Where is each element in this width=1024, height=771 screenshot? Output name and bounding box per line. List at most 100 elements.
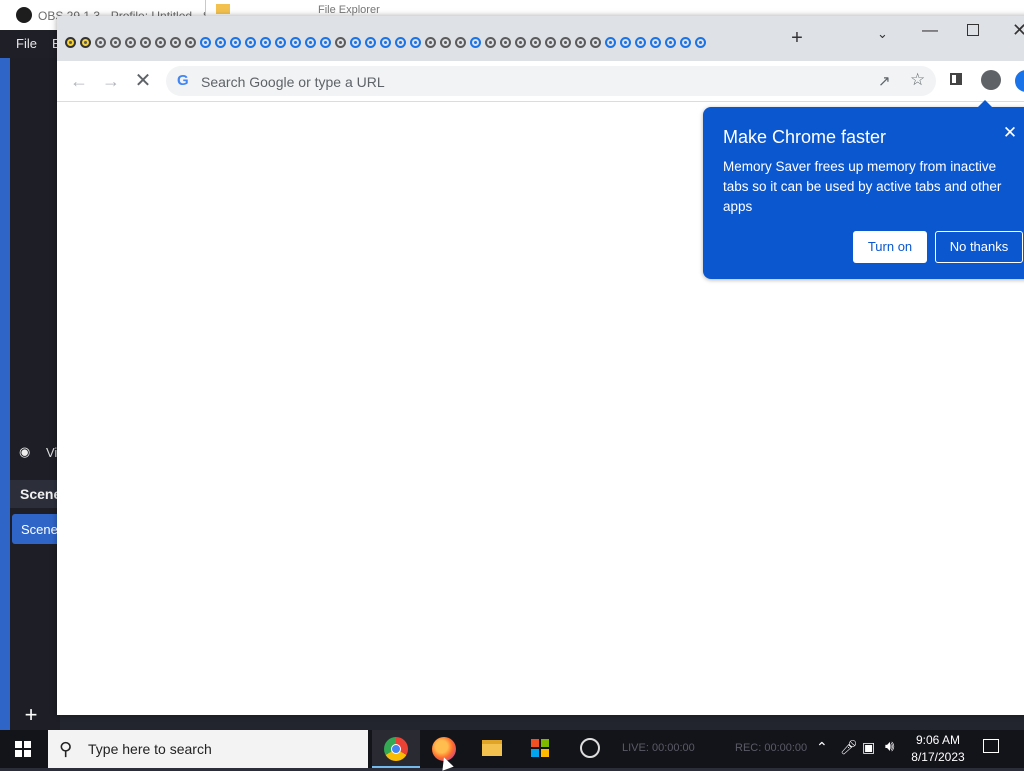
tab-favicon-icon[interactable] — [140, 36, 151, 48]
tab-favicon-icon[interactable] — [590, 36, 601, 48]
new-tab-button[interactable]: + — [789, 28, 805, 48]
tab-favicon-icon[interactable] — [695, 36, 706, 48]
file-explorer-icon — [482, 740, 502, 756]
taskbar-store[interactable] — [516, 730, 564, 768]
tab-search-chevron-icon[interactable]: ⌄ — [877, 26, 893, 42]
taskbar-search-box[interactable]: ⚲ Type here to search — [48, 730, 368, 768]
file-explorer-titlebar[interactable]: File Explorer — [205, 0, 996, 16]
file-explorer-title: File Explorer — [318, 4, 380, 16]
menu-file[interactable]: File — [16, 36, 37, 51]
browser-toolbar: ← → ✕ G ↗ ☆ — [57, 61, 1024, 102]
turn-on-button[interactable]: Turn on — [853, 231, 927, 263]
obs-logo-icon — [16, 7, 32, 23]
tab-favicon-icon[interactable] — [530, 36, 541, 48]
tab-favicon-icon[interactable] — [560, 36, 571, 48]
tab-favicon-icon[interactable] — [260, 36, 271, 48]
tab-favicon-icon[interactable] — [665, 36, 676, 48]
tab-favicon-icon[interactable] — [365, 36, 376, 48]
bubble-close-icon[interactable]: ✕ — [1002, 124, 1018, 141]
profile-avatar-icon[interactable] — [981, 70, 1001, 90]
taskbar-chrome[interactable] — [372, 730, 420, 768]
tab-favicon-icon[interactable] — [425, 36, 436, 48]
tab-favicon-icon[interactable] — [275, 36, 286, 48]
tab-favicon-icon[interactable] — [305, 36, 316, 48]
tab-favicon-icon[interactable] — [575, 36, 586, 48]
minimize-button[interactable]: — — [921, 22, 939, 40]
tab-favicon-icon[interactable] — [410, 36, 421, 48]
bubble-body: Memory Saver frees up memory from inacti… — [723, 159, 1002, 214]
obs-panel — [10, 58, 60, 730]
microphone-icon[interactable]: 🎤︎ — [840, 739, 858, 755]
clock-date: 8/17/2023 — [911, 750, 965, 764]
memory-saver-bubble: Make Chrome faster ✕ Memory Saver frees … — [703, 100, 1024, 279]
tab-favicon-icon[interactable] — [110, 36, 121, 48]
scene-item-label: Scene — [21, 522, 58, 537]
tab-favicon-icon[interactable] — [470, 36, 481, 48]
scene-list-item[interactable]: Scene — [12, 514, 60, 544]
omnibox[interactable]: G ↗ ☆ — [166, 66, 936, 96]
tab-strip: + ⌄ — ✕ — [57, 16, 1024, 61]
chrome-window: + ⌄ — ✕ ← → ✕ G ↗ ☆ Make Chrome faster ✕… — [57, 16, 1024, 715]
network-icon[interactable]: ▣ — [862, 739, 875, 756]
back-arrow-icon[interactable]: ← — [69, 71, 89, 91]
tab-favicon-icon[interactable] — [545, 36, 556, 48]
source-label: Vi — [46, 445, 58, 460]
tab-favicon-icon[interactable] — [380, 36, 391, 48]
share-icon[interactable]: ↗ — [878, 72, 894, 90]
tab-favicon-icon[interactable] — [620, 36, 631, 48]
tab-favicon-icon[interactable] — [635, 36, 646, 48]
tab-favicon-icon[interactable] — [350, 36, 361, 48]
tab-favicon-icon[interactable] — [200, 36, 211, 48]
camera-icon[interactable]: ◉ — [19, 444, 33, 459]
tab-favicon-icon[interactable] — [440, 36, 451, 48]
no-thanks-button[interactable]: No thanks — [935, 231, 1023, 263]
tab-favicon-icon[interactable] — [455, 36, 466, 48]
obs-menubar: File E — [0, 30, 61, 58]
search-icon: ⚲ — [59, 739, 73, 759]
taskbar-file-explorer[interactable] — [468, 730, 516, 768]
tab-favicon-icon[interactable] — [170, 36, 181, 48]
tab-favicon-icon[interactable] — [215, 36, 226, 48]
taskbar-obs[interactable] — [566, 730, 614, 768]
tab-favicon-icon[interactable] — [500, 36, 511, 48]
tab-favicon-icon[interactable] — [95, 36, 106, 48]
obs-live-status: LIVE: 00:00:00 — [622, 742, 695, 754]
windows-start-icon[interactable] — [15, 741, 31, 757]
address-bar-input[interactable] — [199, 71, 843, 93]
notification-icon[interactable] — [983, 739, 999, 753]
side-panel-icon[interactable] — [950, 73, 962, 85]
obs-icon — [580, 738, 600, 758]
taskbar-search-placeholder: Type here to search — [88, 741, 212, 757]
bubble-title: Make Chrome faster — [723, 127, 887, 147]
stop-loading-icon[interactable]: ✕ — [133, 71, 153, 91]
add-scene-button[interactable]: + — [20, 704, 42, 726]
tab-favicon-icon[interactable] — [245, 36, 256, 48]
tab-favicon-icon[interactable] — [335, 36, 346, 48]
bookmark-star-icon[interactable]: ☆ — [910, 70, 926, 89]
tab-favicon-icon[interactable] — [515, 36, 526, 48]
tab-favicon-icon[interactable] — [320, 36, 331, 48]
forward-arrow-icon[interactable]: → — [101, 71, 121, 91]
tab-favicon-icon[interactable] — [650, 36, 661, 48]
chrome-icon — [384, 737, 408, 761]
system-clock[interactable]: 9:06 AM 8/17/2023 — [905, 732, 971, 766]
taskbar: ⚲ Type here to search LIVE: 00:00:00 REC… — [0, 730, 1024, 768]
volume-icon[interactable]: 🔊︎ — [885, 738, 894, 755]
tab-favicon-icon[interactable] — [290, 36, 301, 48]
tab-favicon-icon[interactable] — [395, 36, 406, 48]
tab-favicon-icon[interactable] — [680, 36, 691, 48]
tab-favicon-icon[interactable] — [65, 36, 76, 48]
tab-favicon-icon[interactable] — [230, 36, 241, 48]
tab-favicon-icon[interactable] — [80, 36, 91, 48]
tab-favicon-icon[interactable] — [605, 36, 616, 48]
tab-favicon-icon[interactable] — [125, 36, 136, 48]
obs-rec-status: REC: 00:00:00 — [735, 742, 808, 754]
folder-icon — [216, 4, 230, 14]
tray-chevron-up-icon[interactable]: ⌃ — [816, 739, 828, 756]
close-window-button[interactable]: ✕ — [1012, 20, 1024, 40]
maximize-button[interactable] — [967, 24, 979, 36]
tab-favicon-icon[interactable] — [155, 36, 166, 48]
tab-favicon-icon[interactable] — [485, 36, 496, 48]
tab-favicon-icon[interactable] — [185, 36, 196, 48]
chrome-menu-icon[interactable] — [1015, 70, 1024, 92]
